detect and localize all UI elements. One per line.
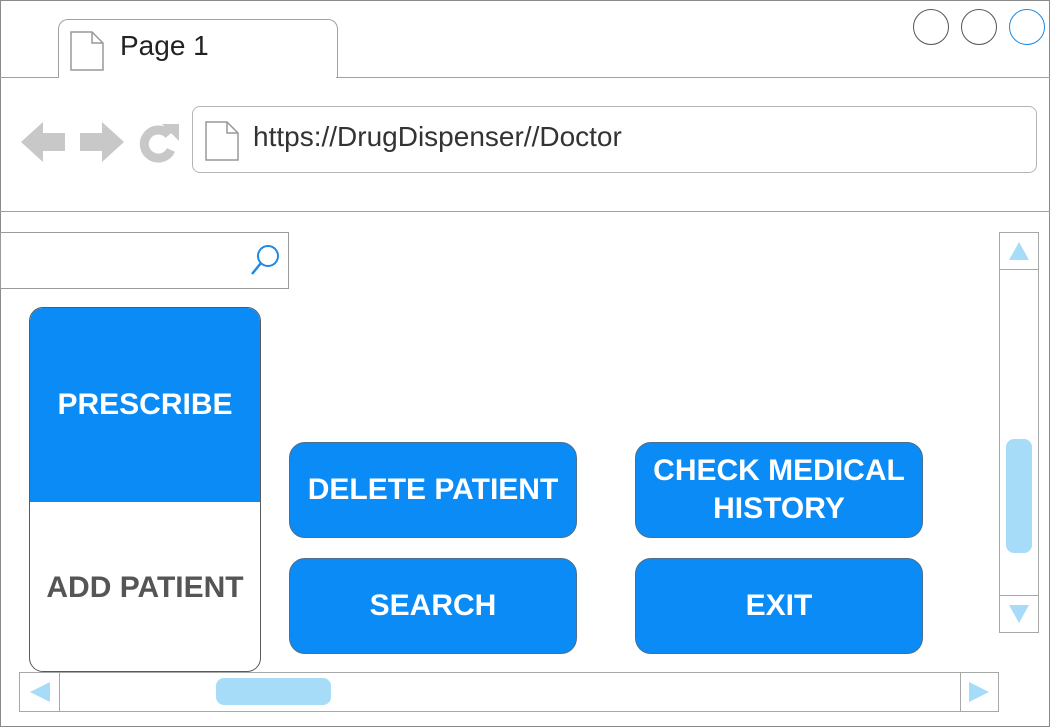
- exit-button[interactable]: EXIT: [635, 558, 923, 654]
- horizontal-scrollbar[interactable]: [19, 672, 999, 712]
- scroll-right-icon[interactable]: [967, 681, 991, 703]
- side-tab-panel: PRESCRIBE ADD PATIENT: [29, 307, 261, 672]
- check-medical-history-line2: HISTORY: [713, 492, 845, 525]
- check-medical-history-button[interactable]: CHECK MEDICAL HISTORY: [635, 442, 923, 538]
- tab-divider: [0, 77, 59, 78]
- check-medical-history-line1: CHECK MEDICAL: [653, 454, 905, 487]
- close-button[interactable]: [1009, 9, 1045, 45]
- tab-prescribe[interactable]: PRESCRIBE: [30, 308, 260, 502]
- scrollbar-divider: [999, 595, 1039, 596]
- page-icon: [205, 121, 239, 161]
- scrollbar-divider: [999, 269, 1039, 270]
- scrollbar-divider: [59, 672, 60, 712]
- vertical-scrollbar[interactable]: [999, 232, 1039, 633]
- minimize-button[interactable]: [913, 9, 949, 45]
- tab-divider: [336, 77, 1050, 78]
- scroll-left-icon[interactable]: [28, 681, 52, 703]
- maximize-button[interactable]: [961, 9, 997, 45]
- magnifier-icon[interactable]: [250, 243, 282, 277]
- tab-title: Page 1: [120, 30, 209, 61]
- scrollbar-divider: [960, 672, 961, 712]
- toolbar-divider: [0, 211, 1050, 212]
- vertical-scroll-thumb[interactable]: [1006, 439, 1032, 553]
- search-input[interactable]: [0, 232, 289, 289]
- arrow-right-icon[interactable]: [78, 120, 124, 164]
- scroll-down-icon[interactable]: [1008, 603, 1030, 625]
- page-icon: [70, 31, 104, 71]
- horizontal-scroll-thumb[interactable]: [216, 678, 331, 705]
- delete-patient-button[interactable]: DELETE PATIENT: [289, 442, 577, 538]
- tab-add-patient[interactable]: ADD PATIENT: [30, 502, 260, 671]
- url-text[interactable]: https://DrugDispenser//Doctor: [253, 121, 622, 153]
- reload-icon[interactable]: [136, 120, 182, 166]
- search-button[interactable]: SEARCH: [289, 558, 577, 654]
- arrow-left-icon[interactable]: [21, 120, 67, 164]
- scroll-up-icon[interactable]: [1008, 240, 1030, 262]
